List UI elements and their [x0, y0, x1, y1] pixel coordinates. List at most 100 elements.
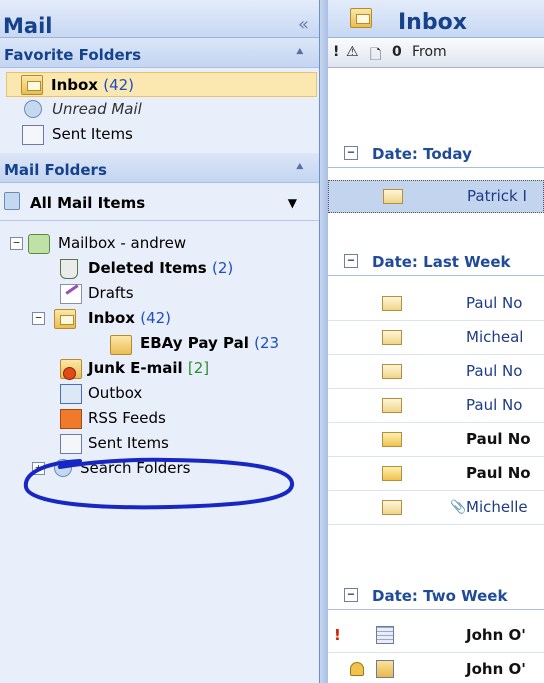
read-envelope-icon — [382, 296, 402, 311]
message-list-pane: Inbox ! ⚠ 🗋 0 From − Date: Today Patrick… — [328, 0, 544, 683]
mail-folders-header[interactable]: Mail Folders ⯅ — [0, 153, 319, 183]
rss-feed-icon — [60, 409, 82, 429]
drafts-label: Drafts — [88, 284, 134, 302]
tree-item-rss-feeds[interactable]: RSS Feeds — [0, 406, 319, 431]
favorite-folders-header[interactable]: Favorite Folders ⯅ — [0, 38, 319, 68]
folder-tree: − Mailbox - andrew Deleted Items (2) Dra… — [0, 221, 319, 481]
message-sender: Paul No — [466, 294, 523, 312]
message-row[interactable]: John O' — [328, 654, 544, 683]
nav-pane-title: Mail « — [0, 0, 319, 38]
folder-icon — [110, 335, 132, 355]
drafts-icon — [60, 284, 82, 304]
all-mail-items-selector[interactable]: All Mail Items ▼ — [0, 183, 319, 221]
navigation-pane: Mail « Favorite Folders ⯅ Inbox (42) Unr… — [0, 0, 320, 683]
favorite-item-sent-items[interactable]: Sent Items — [0, 122, 319, 147]
sent-items-label: Sent Items — [88, 434, 169, 452]
inbox-folder-icon — [54, 309, 76, 329]
message-sender: Patrick I — [467, 187, 527, 205]
tree-item-inbox[interactable]: − Inbox (42) — [0, 306, 319, 331]
message-row[interactable]: Micheal — [328, 322, 544, 355]
message-row[interactable]: Paul No — [328, 390, 544, 423]
message-sender: Michelle — [466, 498, 528, 516]
collapse-group-icon[interactable]: − — [344, 254, 358, 268]
message-row[interactable]: Paul No — [328, 288, 544, 321]
message-sender: Paul No — [466, 464, 531, 482]
mail-folders-label: Mail Folders — [4, 161, 107, 179]
favorite-folders-label: Favorite Folders — [4, 46, 141, 64]
task-request-icon — [376, 626, 394, 644]
message-row[interactable]: Paul No — [328, 356, 544, 389]
tree-item-drafts[interactable]: Drafts — [0, 281, 319, 306]
calendar-item-icon — [376, 660, 394, 678]
tree-item-junk-email[interactable]: Junk E-mail [2] — [0, 356, 319, 381]
tree-item-mailbox[interactable]: − Mailbox - andrew — [0, 231, 319, 256]
inbox-label: Inbox (42) — [88, 309, 172, 327]
sent-items-icon — [60, 434, 82, 454]
group-header-two-weeks[interactable]: − Date: Two Week — [328, 580, 544, 610]
from-column-header[interactable]: From — [412, 44, 447, 60]
unread-count: (42) — [103, 76, 135, 94]
mail-pane-title: Mail — [3, 14, 53, 38]
favorite-inbox-label: Inbox (42) — [51, 76, 135, 94]
tree-item-sent-items[interactable]: Sent Items — [0, 431, 319, 456]
message-sender: John O' — [466, 660, 526, 678]
inbox-folder-icon — [350, 8, 372, 28]
junk-email-label: Junk E-mail [2] — [88, 359, 210, 377]
outbox-icon — [60, 384, 82, 404]
search-folder-icon — [24, 100, 42, 118]
tree-item-ebay-paypal[interactable]: EBAy Pay Pal (23 — [0, 331, 319, 356]
reminder-column-icon[interactable]: ⚠ — [346, 44, 359, 60]
collapse-chevron-icon[interactable]: ⯅ — [295, 45, 305, 60]
group-label: Date: Two Week — [372, 587, 508, 605]
mailbox-label: Mailbox - andrew — [58, 234, 187, 252]
read-envelope-icon — [382, 398, 402, 413]
collapse-chevron-icon[interactable]: ⯅ — [295, 160, 305, 175]
rss-feeds-label: RSS Feeds — [88, 409, 166, 427]
mailbox-icon — [28, 234, 50, 254]
favorite-unread-label: Unread Mail — [52, 100, 142, 118]
message-row[interactable]: 📎 Michelle — [328, 492, 544, 525]
search-folder-icon — [4, 192, 20, 210]
message-sender: John O' — [466, 626, 526, 644]
read-envelope-icon — [382, 330, 402, 345]
read-envelope-icon — [383, 189, 403, 204]
read-envelope-icon — [382, 364, 402, 379]
message-row[interactable]: Patrick I — [328, 180, 544, 213]
junk-email-icon — [60, 359, 82, 380]
collapse-toggle-icon[interactable]: − — [10, 237, 23, 250]
chevron-down-icon[interactable]: ▼ — [288, 196, 297, 210]
outbox-label: Outbox — [88, 384, 143, 402]
message-sender: Paul No — [466, 362, 523, 380]
message-row[interactable]: ! John O' — [328, 620, 544, 653]
paperclip-icon: 📎 — [450, 500, 467, 515]
group-label: Date: Today — [372, 145, 472, 163]
collapse-group-icon[interactable]: − — [344, 146, 358, 160]
group-header-last-week[interactable]: − Date: Last Week — [328, 246, 544, 276]
group-header-today[interactable]: − Date: Today — [328, 138, 544, 168]
item-type-column-icon[interactable]: 🗋 — [370, 44, 381, 68]
attachment-column-icon[interactable]: 0 — [392, 44, 402, 60]
collapse-group-icon[interactable]: − — [344, 588, 358, 602]
ebay-paypal-label: EBAy Pay Pal (23 — [140, 334, 280, 352]
message-sender: Micheal — [466, 328, 524, 346]
tree-item-outbox[interactable]: Outbox — [0, 381, 319, 406]
column-header-row: ! ⚠ 🗋 0 From — [328, 38, 544, 68]
inbox-header: Inbox — [328, 0, 544, 38]
pane-splitter[interactable] — [320, 0, 328, 683]
message-row[interactable]: Paul No — [328, 424, 544, 457]
read-envelope-icon — [382, 500, 402, 515]
favorite-item-unread-mail[interactable]: Unread Mail — [0, 97, 319, 122]
deleted-items-label: Deleted Items (2) — [88, 259, 234, 277]
importance-column-icon[interactable]: ! — [333, 44, 339, 60]
tree-item-deleted-items[interactable]: Deleted Items (2) — [0, 256, 319, 281]
favorite-sent-label: Sent Items — [52, 125, 133, 143]
sent-items-icon — [22, 125, 44, 145]
collapse-toggle-icon[interactable]: − — [32, 312, 45, 325]
all-mail-items-label: All Mail Items — [30, 194, 146, 212]
high-importance-icon: ! — [334, 626, 341, 644]
collapse-pane-icon[interactable]: « — [298, 14, 309, 35]
message-row[interactable]: Paul No — [328, 458, 544, 491]
reminder-bell-icon — [350, 662, 364, 676]
favorite-item-inbox[interactable]: Inbox (42) — [6, 72, 317, 97]
trash-icon — [60, 259, 78, 279]
